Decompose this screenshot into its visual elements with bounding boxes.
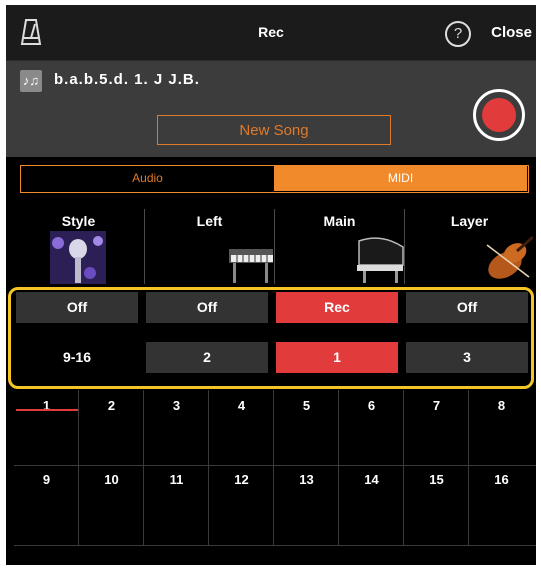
record-icon: [482, 98, 516, 132]
part-layer[interactable]: Layer: [404, 209, 534, 284]
track-11[interactable]: 11: [144, 470, 209, 490]
track-15[interactable]: 15: [404, 470, 469, 490]
song-name: b.a.b.5.d. 1. J J.B.: [54, 71, 200, 88]
track-1[interactable]: 1: [14, 396, 79, 416]
rec-screen: Rec ? Close ♪♫ b.a.b.5.d. 1. J J.B. New …: [6, 5, 536, 565]
track-7[interactable]: 7: [404, 396, 469, 416]
tab-midi[interactable]: MIDI: [274, 166, 527, 191]
violin-icon: [486, 235, 533, 279]
part-left[interactable]: Left: [144, 209, 274, 284]
part-label: Main: [323, 213, 356, 229]
part-label: Left: [196, 213, 223, 229]
track-9[interactable]: 9: [14, 470, 79, 490]
part-style[interactable]: Style: [14, 209, 143, 284]
mode-tabs: Audio MIDI: [20, 165, 529, 193]
track-2[interactable]: 2: [79, 396, 144, 416]
tab-audio[interactable]: Audio: [21, 166, 274, 191]
track-12[interactable]: 12: [209, 470, 274, 490]
keyboard-icon: [229, 249, 273, 283]
part-main[interactable]: Main: [274, 209, 404, 284]
track-13[interactable]: 13: [274, 470, 339, 490]
highlight-frame: [8, 287, 534, 389]
new-song-button[interactable]: New Song: [157, 115, 391, 145]
track-3[interactable]: 3: [144, 396, 209, 416]
track-grid: 1 2 3 4 5 6 7 8 9 10 11 12 13 14 15 16: [6, 390, 536, 565]
help-icon[interactable]: ?: [445, 21, 471, 47]
microphone-icon: [50, 231, 106, 284]
track-4[interactable]: 4: [209, 396, 274, 416]
header-bar: Rec ? Close: [6, 5, 536, 61]
active-track-indicator: [16, 409, 78, 411]
piano-icon: [357, 237, 404, 283]
music-note-icon: ♪♫: [20, 70, 42, 92]
track-16[interactable]: 16: [469, 470, 534, 490]
track-6[interactable]: 6: [339, 396, 404, 416]
song-panel: ♪♫ b.a.b.5.d. 1. J J.B. New Song: [6, 61, 536, 157]
part-label: Layer: [450, 213, 489, 229]
track-14[interactable]: 14: [339, 470, 404, 490]
part-label: Style: [61, 213, 96, 229]
record-button[interactable]: [473, 89, 525, 141]
track-10[interactable]: 10: [79, 470, 144, 490]
track-8[interactable]: 8: [469, 396, 534, 416]
close-button[interactable]: Close: [491, 5, 532, 60]
track-5[interactable]: 5: [274, 396, 339, 416]
